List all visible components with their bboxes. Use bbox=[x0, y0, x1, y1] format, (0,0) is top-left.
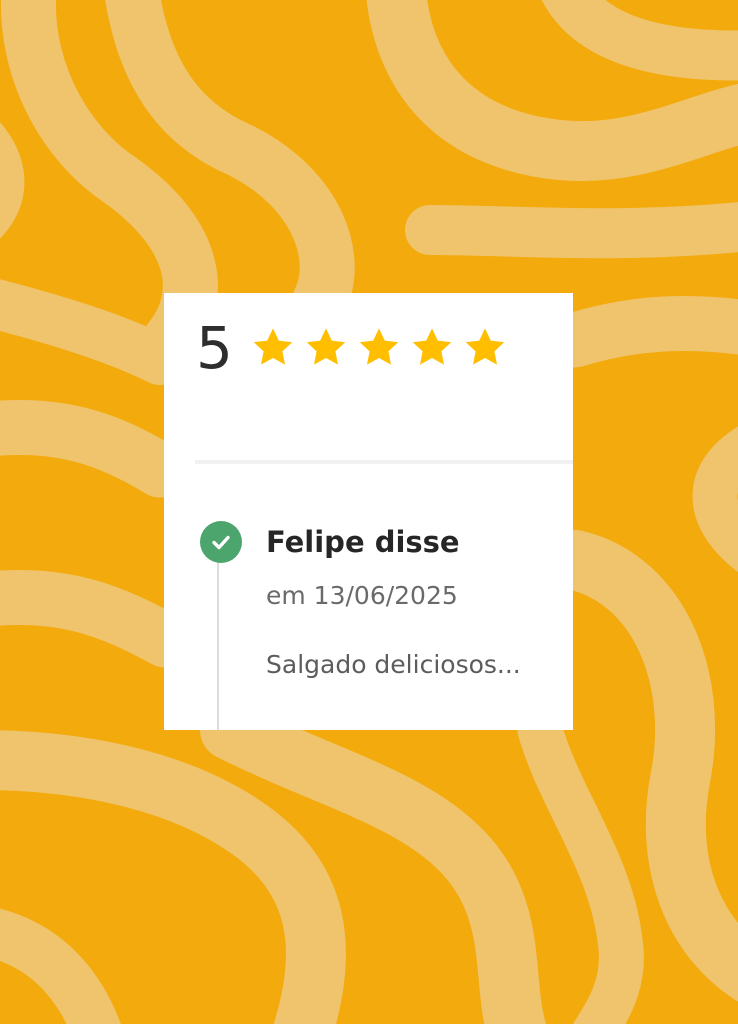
review-date: em 13/06/2025 bbox=[266, 581, 458, 610]
review-text: Salgado deliciosos... bbox=[266, 650, 521, 679]
star-icon bbox=[253, 328, 293, 365]
verified-check-icon bbox=[200, 521, 242, 563]
timeline-line bbox=[217, 543, 219, 730]
section-divider bbox=[195, 460, 573, 464]
rating-summary: 5 bbox=[196, 315, 511, 381]
rating-stars bbox=[247, 315, 511, 381]
rating-score: 5 bbox=[196, 314, 233, 382]
review-author: Felipe disse bbox=[266, 525, 460, 559]
star-icon bbox=[412, 328, 452, 365]
review-card: 5 Felipe disse em 13/06/2025 Salgado del… bbox=[164, 293, 573, 730]
star-icon bbox=[359, 328, 399, 365]
star-icon bbox=[306, 328, 346, 365]
star-icon bbox=[465, 328, 505, 365]
